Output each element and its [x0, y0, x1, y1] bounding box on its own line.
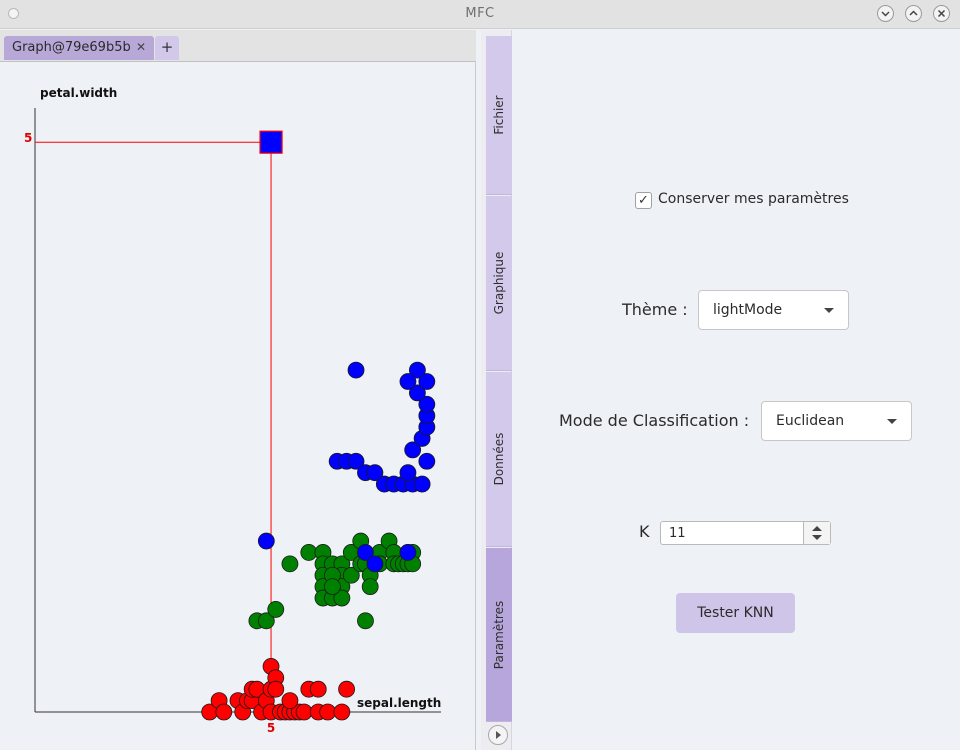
data-point[interactable]	[399, 464, 417, 482]
data-point[interactable]	[324, 578, 341, 596]
close-window-button[interactable]	[933, 5, 950, 22]
theme-select-value: lightMode	[713, 302, 783, 318]
tab-bar: Graph@79e69b5b ✕ +	[0, 30, 476, 62]
classification-mode-label: Mode de Classification :	[559, 411, 750, 430]
data-point[interactable]	[215, 703, 233, 721]
data-point[interactable]	[357, 612, 374, 630]
scatter-chart-svg: petal.width sepal.length 5 5	[24, 86, 441, 735]
tab-graphique[interactable]: Graphique	[486, 196, 512, 371]
add-tab-button[interactable]: +	[155, 36, 179, 60]
dropdown-caret-icon	[824, 308, 834, 313]
tab-donnees[interactable]: Données	[486, 372, 512, 547]
tab-graphique-label: Graphique	[492, 251, 506, 315]
classification-mode-value: Euclidean	[776, 413, 845, 429]
vertical-tab-bar: Fichier Graphique Données Paramètres	[481, 30, 512, 750]
theme-select[interactable]: lightMode	[698, 290, 849, 330]
window-title: MFC	[465, 6, 495, 21]
tab-label: Graph@79e69b5b	[12, 40, 131, 55]
data-point[interactable]	[347, 361, 365, 379]
dropdown-caret-icon	[887, 419, 897, 424]
tab-close-icon[interactable]: ✕	[136, 40, 146, 54]
data-point[interactable]	[361, 578, 379, 596]
keep-params-label: Conserver mes paramètres	[658, 191, 849, 207]
data-point[interactable]	[399, 544, 417, 561]
tab-parametres-label: Paramètres	[492, 600, 506, 669]
x-axis-label: sepal.length	[357, 696, 441, 710]
k-input[interactable]: 11	[669, 526, 686, 541]
close-icon	[937, 9, 946, 18]
data-point[interactable]	[418, 452, 436, 470]
classification-mode-select[interactable]: Euclidean	[761, 401, 912, 441]
y-tick-label: 5	[24, 131, 32, 145]
tab-graph[interactable]: Graph@79e69b5b ✕	[4, 36, 154, 60]
data-point[interactable]	[281, 555, 299, 573]
data-point[interactable]	[300, 544, 318, 561]
data-point[interactable]	[319, 703, 337, 721]
scatter-chart: petal.width sepal.length 5 5	[0, 63, 476, 750]
tab-fichier-label: Fichier	[492, 95, 506, 135]
data-point[interactable]	[309, 680, 327, 698]
k-spinner-buttons	[803, 522, 830, 544]
test-knn-button[interactable]: Tester KNN	[676, 593, 795, 633]
play-arrow-icon	[496, 731, 501, 739]
y-axis-label: petal.width	[40, 86, 117, 100]
chevron-up-icon	[909, 10, 918, 16]
title-bar: MFC	[0, 0, 960, 29]
data-point[interactable]	[333, 703, 351, 721]
settings-panel: ✓ Conserver mes paramètres Thème : light…	[513, 30, 960, 750]
x-tick-label: 5	[267, 721, 275, 735]
k-label: K	[639, 522, 650, 541]
data-point[interactable]	[295, 703, 313, 721]
maximize-button[interactable]	[905, 5, 922, 22]
decrement-arrow-icon[interactable]	[812, 535, 822, 540]
tab-scroll-button[interactable]	[488, 725, 508, 745]
theme-label: Thème :	[622, 300, 688, 319]
tab-fichier[interactable]: Fichier	[486, 36, 512, 195]
data-point[interactable]	[399, 373, 417, 390]
data-point[interactable]	[267, 601, 285, 618]
chevron-down-icon	[881, 11, 890, 17]
data-point[interactable]	[338, 680, 355, 698]
data-point[interactable]	[281, 692, 299, 710]
data-point[interactable]	[413, 475, 431, 493]
data-point[interactable]	[257, 532, 275, 550]
selected-point-marker[interactable]	[259, 130, 283, 154]
k-spinner[interactable]: 11	[660, 521, 831, 545]
increment-arrow-icon[interactable]	[812, 526, 822, 531]
data-point[interactable]	[366, 555, 384, 573]
minimize-button[interactable]	[877, 5, 894, 22]
keep-params-checkbox[interactable]: ✓	[635, 192, 652, 209]
graph-pane: Graph@79e69b5b ✕ + petal.width sepal.len…	[0, 30, 476, 750]
tab-parametres[interactable]: Paramètres	[486, 548, 512, 722]
data-point[interactable]	[267, 680, 285, 698]
tab-donnees-label: Données	[492, 432, 506, 486]
